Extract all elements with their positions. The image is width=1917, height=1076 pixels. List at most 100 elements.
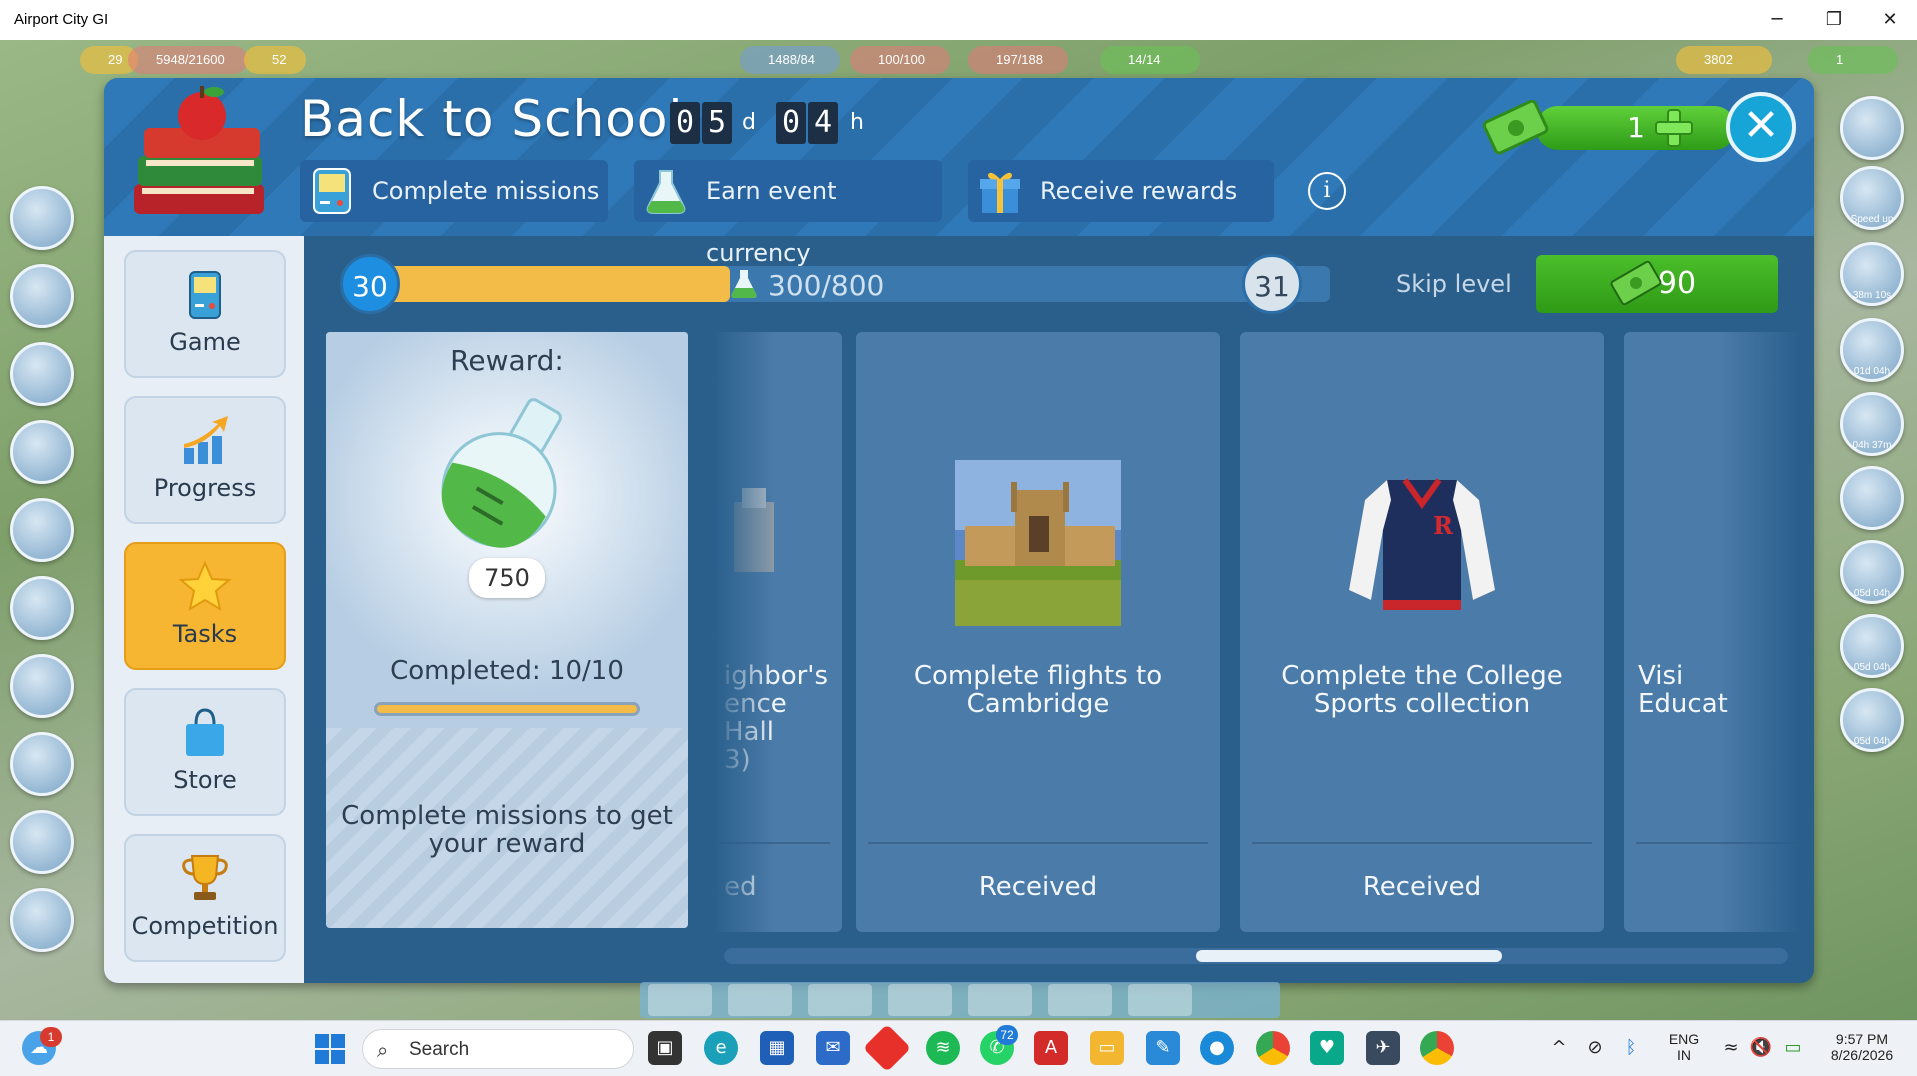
app-diamond-icon[interactable] [862, 1023, 912, 1073]
editor-icon[interactable]: ✎ [1146, 1031, 1180, 1065]
language-indicator[interactable]: ENG IN [1664, 1031, 1704, 1063]
store-icon[interactable]: ▦ [760, 1031, 794, 1065]
cash-counter[interactable]: 1 [1808, 46, 1898, 74]
step-complete-missions[interactable]: Complete missions [300, 160, 608, 222]
taskbar-search[interactable]: ⌕ Search [362, 1029, 634, 1069]
mail-icon[interactable]: ✉ [816, 1031, 850, 1065]
carousel-fade-right [1720, 326, 1800, 946]
toolbar-slot-6[interactable] [1048, 984, 1112, 1016]
xp-value: 5948/21600 [156, 52, 225, 67]
nav-progress-label: Progress [153, 474, 257, 502]
close-window-button[interactable]: ✕ [1870, 6, 1910, 34]
coins-counter[interactable]: 3802 [1676, 46, 1772, 74]
chrome-icon[interactable] [1256, 1031, 1290, 1065]
info-button[interactable]: i [1308, 172, 1346, 210]
missions-scrollbar-thumb[interactable] [1196, 950, 1502, 962]
hours-digit-1: 0 [776, 102, 806, 144]
toolbar-slot-1[interactable] [648, 984, 712, 1016]
toolbar-slot-5[interactable] [968, 984, 1032, 1016]
right-timer-3[interactable]: 04h 37m [1840, 392, 1904, 456]
task-view-icon[interactable]: ▣ [648, 1031, 682, 1065]
window-title: Airport City GI [14, 11, 109, 28]
step-receive-rewards[interactable]: Receive rewards [968, 160, 1274, 222]
acrobat-icon[interactable]: A [1034, 1031, 1068, 1065]
cargo-counter[interactable]: 197/188 [968, 46, 1068, 74]
right-shortcut-1[interactable] [1840, 96, 1904, 160]
network-off-icon[interactable]: ⊘ [1578, 1031, 1612, 1065]
carousel-fade-left [714, 326, 774, 946]
fuel-counter[interactable]: 1488/84 [740, 46, 840, 74]
progress-value-text: 300/800 [768, 269, 885, 302]
missions-scrollbar[interactable] [724, 948, 1788, 964]
step-earn-currency[interactable]: Earn event currency [634, 160, 942, 267]
side-shortcut-9[interactable] [10, 810, 74, 874]
close-panel-button[interactable]: ✕ [1726, 92, 1796, 162]
toolbar-slot-2[interactable] [728, 984, 792, 1016]
taskbar: ☁ 1 ⌕ Search ▣ e ▦ ✉ ≋ ✆ 72 A ▭ ✎ ● ♥ ✈ … [0, 1020, 1917, 1076]
file-explorer-icon[interactable]: ▭ [1090, 1031, 1124, 1065]
heart-app-icon[interactable]: ♥ [1310, 1031, 1344, 1065]
staff-counter[interactable]: 14/14 [1100, 46, 1200, 74]
right-timer-1[interactable]: 38m 10s [1840, 242, 1904, 306]
chrome-profile-icon[interactable] [1420, 1031, 1454, 1065]
cash-bill-icon [1610, 260, 1662, 306]
maximize-button[interactable]: ❐ [1814, 6, 1854, 34]
right-timer-6[interactable]: 05d 04h [1840, 688, 1904, 752]
side-shortcut-6[interactable] [10, 576, 74, 640]
books-logo-icon [134, 86, 264, 214]
toolbar-slot-3[interactable] [808, 984, 872, 1016]
airport-city-icon[interactable]: ✈ [1366, 1031, 1400, 1065]
side-shortcut-1[interactable] [10, 186, 74, 250]
language-bottom: IN [1677, 1047, 1691, 1063]
mission-card-cambridge[interactable]: Complete flights to Cambridge Received [856, 332, 1220, 932]
hours-unit: h [850, 110, 864, 135]
star-icon [178, 560, 232, 612]
side-shortcut-4[interactable] [10, 420, 74, 484]
side-shortcut-8[interactable] [10, 732, 74, 796]
mission-divider [868, 842, 1208, 844]
edge-icon[interactable]: e [704, 1031, 738, 1065]
right-timer-5[interactable]: 05d 04h [1840, 614, 1904, 678]
stars-counter[interactable]: 52 [244, 46, 306, 74]
spotify-icon[interactable]: ≋ [926, 1031, 960, 1065]
right-timer-2[interactable]: 01d 04h [1840, 318, 1904, 382]
side-shortcut-2[interactable] [10, 264, 74, 328]
staff-value: 14/14 [1128, 52, 1161, 67]
volume-muted-icon[interactable]: 🔇 [1744, 1031, 1778, 1065]
cash-value: 1 [1836, 52, 1844, 67]
clock[interactable]: 9:57 PM 8/26/2026 [1820, 1031, 1904, 1063]
side-shortcut-5[interactable] [10, 498, 74, 562]
speed-up-button[interactable]: Speed up [1840, 166, 1904, 230]
windows-start-icon[interactable] [314, 1033, 346, 1065]
mission-title: Complete flights to Cambridge [913, 661, 1163, 719]
nav-game[interactable]: Game [124, 250, 286, 378]
mission-card-college-sports[interactable]: R Complete the College Sports collection… [1240, 332, 1604, 932]
minimize-button[interactable]: ─ [1757, 6, 1797, 34]
varsity-jacket-image: R [1349, 478, 1495, 610]
reward-card: Reward: 750 Completed: 10/10 Complete mi… [326, 332, 688, 928]
bluetooth-icon[interactable]: ᛒ [1614, 1031, 1648, 1065]
nav-progress[interactable]: Progress [124, 396, 286, 524]
wifi-icon[interactable]: ≈ [1714, 1031, 1748, 1065]
add-currency-icon[interactable] [1652, 106, 1696, 150]
right-timer-4[interactable]: 05d 04h [1840, 540, 1904, 604]
tray-chevron-icon[interactable]: ^ [1542, 1031, 1576, 1065]
maps-pin-icon[interactable]: ● [1200, 1031, 1234, 1065]
missions-carousel[interactable]: ighbor's ence Hall 3) ed Complete flight… [714, 326, 1800, 946]
nav-competition[interactable]: Competition [124, 834, 286, 962]
completed-progress-bar [374, 702, 640, 716]
reward-amount: 750 [469, 558, 545, 598]
side-shortcut-3[interactable] [10, 342, 74, 406]
toolbar-slot-7[interactable] [1128, 984, 1192, 1016]
battery-icon[interactable]: ▭ [1776, 1031, 1810, 1065]
step-receive-rewards-label: Receive rewards [1040, 177, 1238, 205]
nav-tasks[interactable]: Tasks [124, 542, 286, 670]
event-currency-pill[interactable]: 1 [1536, 106, 1736, 150]
right-shortcut-6[interactable] [1840, 466, 1904, 530]
toolbar-slot-4[interactable] [888, 984, 952, 1016]
side-shortcut-10[interactable] [10, 888, 74, 952]
game-bottom-toolbar [640, 982, 1280, 1018]
nav-store[interactable]: Store [124, 688, 286, 816]
side-shortcut-7[interactable] [10, 654, 74, 718]
passengers-counter[interactable]: 100/100 [850, 46, 950, 74]
